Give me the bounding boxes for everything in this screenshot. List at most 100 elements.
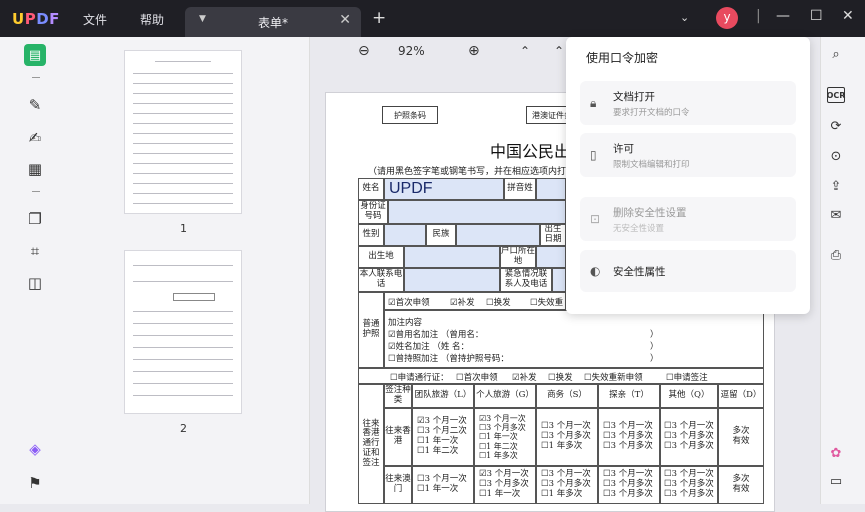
tp-lost-checkbox[interactable]: ☐失效重新申领 <box>584 371 643 383</box>
hukou-field[interactable] <box>536 246 566 268</box>
option[interactable]: ☐1 年二次 <box>417 446 458 457</box>
ai-icon[interactable]: ✿ <box>827 444 845 462</box>
stay-header: 逗留（D） <box>718 384 764 408</box>
gender-label: 性别 <box>358 224 384 246</box>
search-icon[interactable]: ⌕ <box>827 45 845 63</box>
new-tab-button[interactable]: + <box>372 8 386 28</box>
option[interactable]: ☐1 年多次 <box>541 489 582 500</box>
close-tab-icon[interactable]: ✕ <box>339 12 351 28</box>
lock-document-icon: 🔒︎ <box>590 96 597 110</box>
option[interactable]: ☐1 年二次 <box>479 442 518 451</box>
comment-icon[interactable]: ✎ <box>24 94 46 116</box>
permission-title: 许可 <box>613 143 634 155</box>
option[interactable]: ☐1 年一次 <box>479 489 520 500</box>
protect-icon[interactable]: ⊙ <box>827 147 845 165</box>
to-hk-label: 往来香港 <box>384 408 412 466</box>
layers-icon[interactable]: ◈ <box>24 438 46 460</box>
zoom-in-button[interactable]: ⊕ <box>468 43 480 59</box>
mail-icon[interactable]: ✉ <box>827 206 845 224</box>
option[interactable]: ☑3 个月一次 <box>479 414 526 423</box>
chevron-down-icon[interactable]: ⌄ <box>680 11 689 24</box>
permission-option[interactable]: ▯ 许可 限制文档编辑和打印 <box>580 133 796 177</box>
former-passport-checkbox[interactable]: ☐曾持照加注 （曾持护照号码： <box>388 352 509 364</box>
tp-first-checkbox[interactable]: ☐首次申领 <box>456 371 498 383</box>
macau-visit-options: ☐3 个月一次 ☐3 个月多次 ☐3 个月多次 <box>598 466 660 504</box>
organize-icon[interactable]: ❐ <box>24 208 46 230</box>
tp-sign-checkbox[interactable]: ☐申请签注 <box>666 371 708 383</box>
zoom-level[interactable]: 92% <box>398 44 425 58</box>
divider <box>32 191 40 192</box>
option[interactable]: ☐1 年多次 <box>479 451 518 460</box>
gender-field[interactable] <box>384 224 426 246</box>
remove-security-option[interactable]: ⊡ 删除安全性设置 无安全性设置 <box>580 197 796 241</box>
phone-field[interactable] <box>404 268 500 292</box>
macau-multi-label: 多次有效 <box>718 466 764 504</box>
form-note: （请用黑色签字笔或钢笔书写，并在相应选项内打 <box>368 167 567 177</box>
option[interactable]: ☐1 年多次 <box>541 441 582 452</box>
chat-icon[interactable]: ▭ <box>827 472 845 490</box>
hukou-label: 户口所在地 <box>500 246 536 268</box>
travel-permit-checkbox[interactable]: ☐申请通行证： <box>390 371 449 383</box>
app-logo[interactable]: UPDF <box>12 10 60 28</box>
option[interactable]: ☐1 年一次 <box>479 432 518 441</box>
permission-document-icon: ▯ <box>590 148 597 162</box>
share-icon[interactable]: ⇪ <box>827 177 845 195</box>
hk-multi-label: 多次有效 <box>718 408 764 466</box>
option[interactable]: ☐1 年一次 <box>417 484 458 495</box>
option[interactable]: ☐3 个月多次 <box>664 441 714 452</box>
form-icon[interactable]: ▦ <box>24 158 46 180</box>
title-bar: UPDF 文件 帮助 ▼ 表单* ✕ + ⌄ y | — ☐ ✕ <box>0 0 865 37</box>
permission-subtitle: 限制文档编辑和打印 <box>613 160 690 170</box>
security-properties-option[interactable]: ◐ 安全性属性 <box>580 250 796 292</box>
crop-icon[interactable]: ⌗ <box>24 240 46 262</box>
ethnic-field[interactable] <box>456 224 540 246</box>
reissue-checkbox[interactable]: ☑补发 <box>450 296 475 308</box>
lost-reapply-checkbox[interactable]: ☐失效重 <box>530 296 563 308</box>
tp-reissue-checkbox[interactable]: ☑补发 <box>512 371 537 383</box>
birthplace-field[interactable] <box>404 246 500 268</box>
convert-icon[interactable]: ⟳ <box>827 117 845 135</box>
close-window-button[interactable]: ✕ <box>842 8 854 24</box>
menu-file[interactable]: 文件 <box>83 11 107 28</box>
bookmark-icon[interactable]: ⚑ <box>24 472 46 494</box>
zoom-out-button[interactable]: ⊖ <box>358 43 370 59</box>
hk-business-options: ☐3 个月一次 ☐3 个月多次 ☐1 年多次 <box>536 408 598 466</box>
passport-barcode-box: 护照条码 <box>382 106 438 124</box>
page-thumbnail-2[interactable] <box>124 250 242 414</box>
ocr-icon[interactable]: OCR <box>827 87 845 103</box>
shield-icon: ◐ <box>590 264 601 278</box>
maximize-button[interactable]: ☐ <box>810 8 823 24</box>
first-page-icon[interactable]: ⌃ <box>520 44 530 58</box>
emergency-field[interactable] <box>552 268 566 292</box>
tp-renew-checkbox[interactable]: ☐换发 <box>548 371 573 383</box>
former-name-checkbox[interactable]: ☑曾用名加注 （曾用名： <box>388 328 483 340</box>
divider <box>32 77 40 78</box>
minimize-button[interactable]: — <box>776 8 790 24</box>
renew-checkbox[interactable]: ☐换发 <box>486 296 511 308</box>
endorsement-label: 加注内容 <box>388 318 423 328</box>
option[interactable]: ☐3 个月多次 <box>603 489 653 500</box>
document-tab[interactable]: ▼ 表单* ✕ <box>185 7 361 37</box>
name-note-checkbox[interactable]: ☑姓名加注 （姓 名： <box>388 340 469 352</box>
popup-title: 使用口令加密 <box>586 51 659 65</box>
edit-icon[interactable]: ✍ <box>24 127 46 149</box>
avatar[interactable]: y <box>716 7 738 29</box>
menu-help[interactable]: 帮助 <box>140 11 164 28</box>
first-apply-checkbox[interactable]: ☑首次申领 <box>388 296 430 308</box>
encryption-popup: 使用口令加密 🔒︎ 文档打开 要求打开文档的口令 ▯ 许可 限制文档编辑和打印 … <box>566 37 810 314</box>
id-field[interactable] <box>388 200 566 224</box>
open-password-option[interactable]: 🔒︎ 文档打开 要求打开文档的口令 <box>580 81 796 125</box>
page-thumbnail-1[interactable] <box>124 50 242 214</box>
option[interactable]: ☐3 个月多次 <box>664 489 714 500</box>
paren-close: ） <box>650 330 659 340</box>
prev-page-icon[interactable]: ⌃ <box>554 44 564 58</box>
macau-personal-options: ☑3 个月一次 ☐3 个月多次 ☐1 年一次 <box>474 466 536 504</box>
group-tour-header: 团队旅游（L） <box>412 384 474 408</box>
save-icon[interactable]: ⎙ <box>827 246 845 264</box>
pinyin-field[interactable] <box>536 178 566 200</box>
normal-passport-label: 普通护照 <box>358 292 384 368</box>
name-field[interactable]: UPDF <box>384 178 504 200</box>
option[interactable]: ☐3 个月多次 <box>603 441 653 452</box>
reader-icon[interactable]: ▤ <box>24 44 46 66</box>
protect-icon[interactable]: ◫ <box>24 272 46 294</box>
